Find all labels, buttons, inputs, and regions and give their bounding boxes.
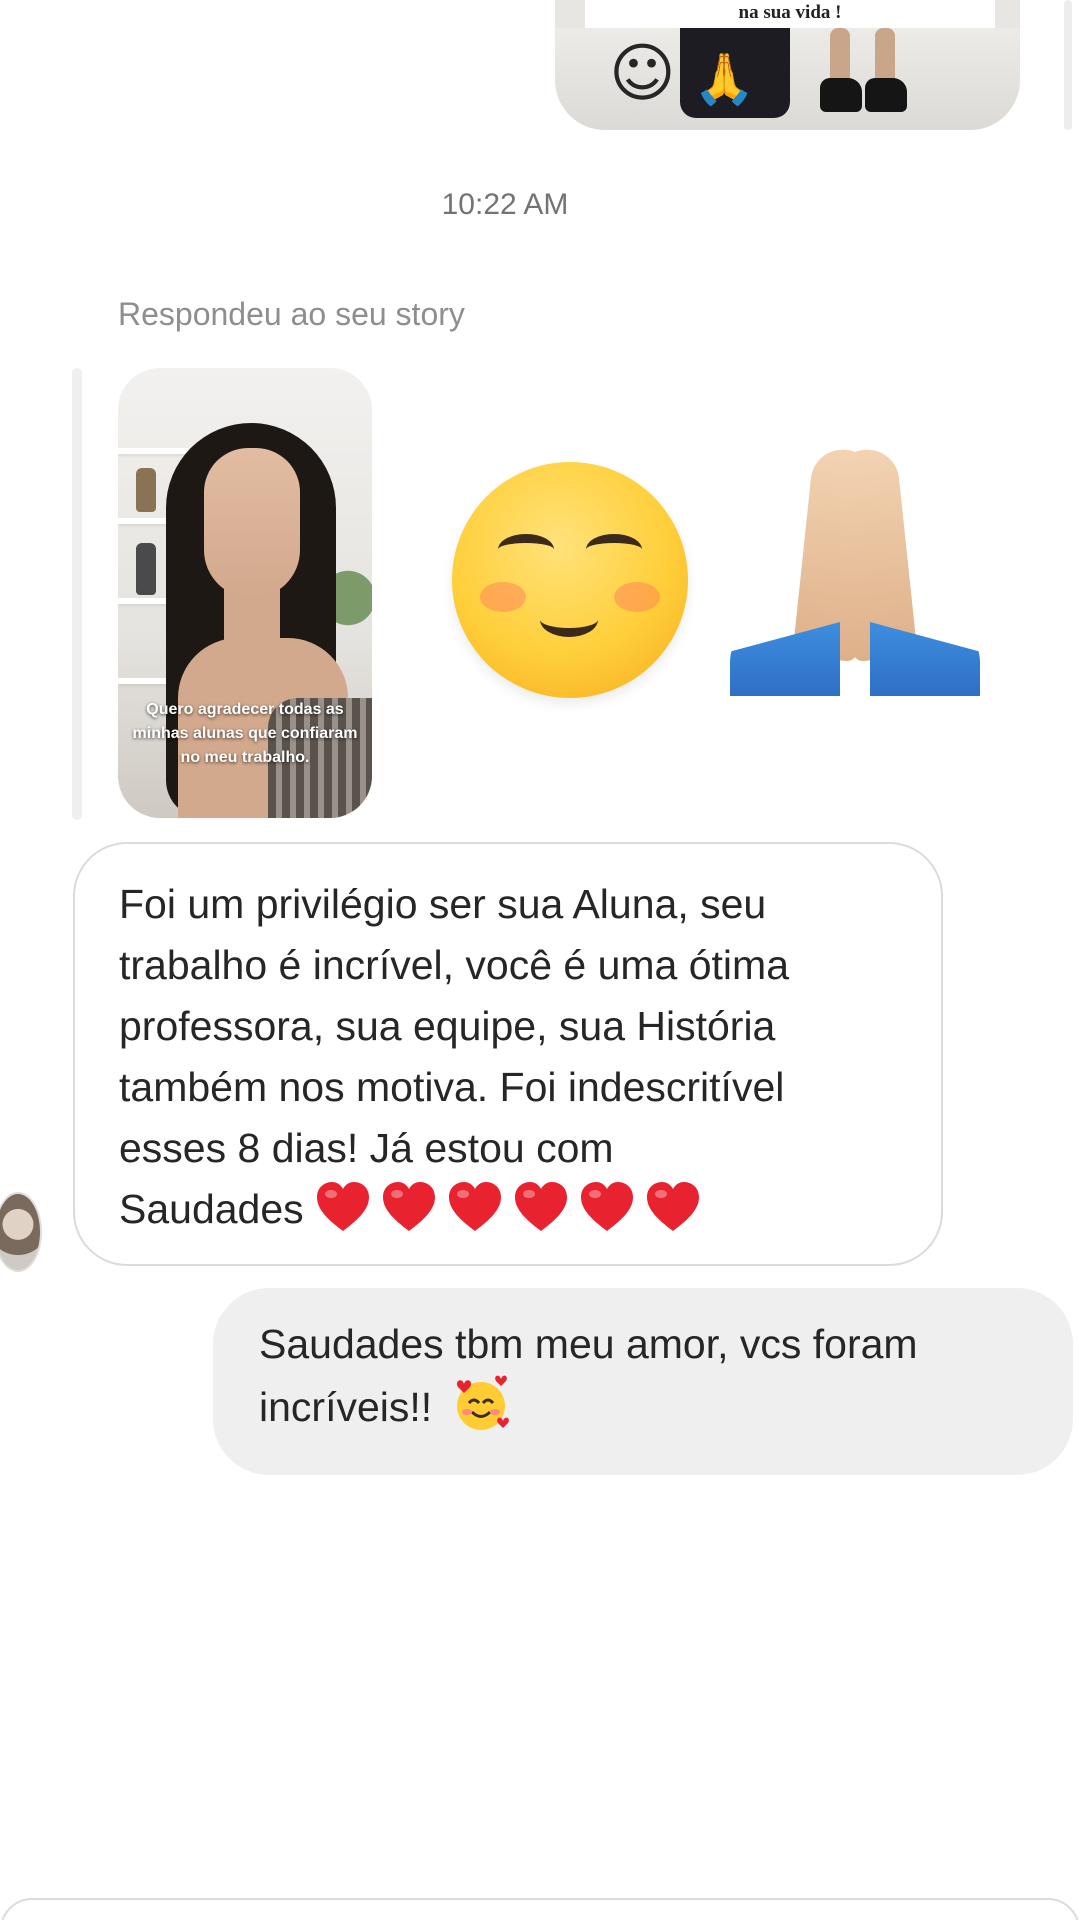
emoji-eye <box>586 534 642 565</box>
smiling-face-with-hearts-icon <box>456 1375 509 1430</box>
message-last-line: incríveis!! <box>259 1375 1033 1438</box>
emoji-cheek <box>614 582 660 612</box>
story-reply-indicator <box>72 368 82 820</box>
story-caption-text: na sua vida ! <box>738 2 842 23</box>
emoji-mouth <box>540 602 598 637</box>
shelf <box>118 448 188 454</box>
shared-story-preview[interactable]: na sua vida ! ☺ 🙏 <box>555 0 1020 130</box>
emoji-sleeve-right <box>870 622 980 696</box>
woman-face <box>204 448 300 598</box>
vase <box>136 543 156 595</box>
sender-avatar[interactable] <box>0 1192 42 1272</box>
emoji-cheek <box>480 582 526 612</box>
message-line: Foi um privilégio ser sua Aluna, seu <box>119 881 767 927</box>
scrollbar[interactable] <box>1064 0 1072 130</box>
red-heart-emoji-icon <box>315 1181 371 1233</box>
smiling-face-emoji-icon: ☺ <box>609 37 676 111</box>
message-last-line: Saudades <box>119 1179 897 1240</box>
smiling-face-with-hearts-emoji-icon <box>452 1375 510 1433</box>
dm-conversation: na sua vida ! ☺ 🙏 10:22 AM Respondeu ao … <box>0 0 1080 1920</box>
story-thumbnail-caption: Quero agradecer todas as minhas alunas q… <box>132 701 358 766</box>
message-line: Saudades tbm meu amor, vcs foram <box>259 1321 918 1367</box>
message-line: trabalho é incrível, você é uma ótima <box>119 942 789 988</box>
story-thumbnail[interactable]: Quero agradecer todas as minhas alunas q… <box>118 368 372 818</box>
message-line: também nos motiva. Foi indescritível <box>119 1064 785 1110</box>
emoji-sleeve-left <box>730 622 840 696</box>
red-heart-emoji-icon <box>513 1181 569 1233</box>
story-caption-card: na sua vida ! <box>585 0 995 28</box>
folded-hands-emoji-icon[interactable] <box>730 446 980 702</box>
sent-message-bubble[interactable]: Saudades tbm meu amor, vcs foram incríve… <box>213 1288 1073 1475</box>
smiling-face-emoji-icon[interactable] <box>452 462 688 698</box>
story-reply-label: Respondeu ao seu story <box>118 296 465 332</box>
message-composer[interactable] <box>0 1898 1080 1920</box>
story-figure-shoe <box>865 78 907 112</box>
received-message-bubble[interactable]: Foi um privilégio ser sua Aluna, seu tra… <box>73 842 943 1266</box>
message-line: professora, sua equipe, sua História <box>119 1003 776 1049</box>
message-line: Saudades <box>119 1186 304 1232</box>
message-line: incríveis!! <box>259 1384 433 1430</box>
vase <box>136 468 156 512</box>
story-figure-shoe <box>820 78 862 112</box>
red-heart-emoji-icon <box>447 1181 503 1233</box>
hearts-row <box>315 1182 711 1232</box>
red-heart-emoji-icon <box>645 1181 701 1233</box>
red-heart-emoji-icon <box>579 1181 635 1233</box>
message-timestamp: 10:22 AM <box>441 188 569 221</box>
folded-hands-emoji-icon: 🙏 <box>693 50 756 108</box>
emoji-eye <box>498 534 554 565</box>
red-heart-emoji-icon <box>381 1181 437 1233</box>
message-line: esses 8 dias! Já estou com <box>119 1125 614 1171</box>
